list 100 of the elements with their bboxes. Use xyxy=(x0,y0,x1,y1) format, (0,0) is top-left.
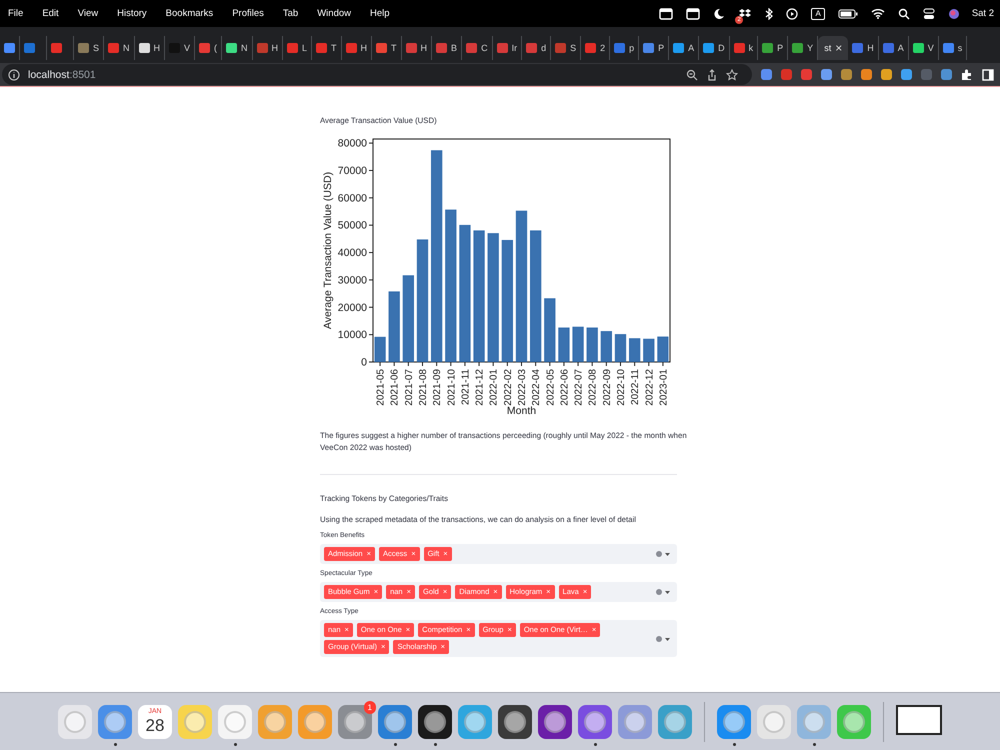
browser-tab[interactable]: d xyxy=(522,36,552,60)
extension-icon[interactable] xyxy=(801,69,812,80)
puzzle-icon[interactable] xyxy=(961,68,973,80)
close-icon[interactable]: × xyxy=(835,41,842,55)
menu-item[interactable]: File xyxy=(8,8,24,19)
app-icon[interactable] xyxy=(418,704,452,738)
x-tick: 2022-04 xyxy=(531,362,542,406)
browser-tab[interactable]: D xyxy=(699,36,730,60)
x-tick-label: 2021-12 xyxy=(474,368,486,406)
y-tick: 80000 xyxy=(338,138,374,150)
y-tick-label: 80000 xyxy=(338,138,368,150)
y-tick-label: 10000 xyxy=(338,329,368,342)
x-tick: 2022-12 xyxy=(644,362,656,406)
browser-tab[interactable]: T xyxy=(372,36,402,60)
menu-item[interactable]: Tab xyxy=(282,8,298,19)
extension-icon[interactable] xyxy=(821,69,832,80)
share-icon[interactable] xyxy=(706,68,718,80)
browser-tab[interactable]: P xyxy=(758,36,788,60)
orb-icon[interactable] xyxy=(948,8,960,20)
browser-tab[interactable]: H xyxy=(134,36,166,60)
x-tick: 2023-01 xyxy=(658,362,670,406)
browser-tab[interactable]: H xyxy=(342,36,372,60)
x-tick-label: 2022-07 xyxy=(574,368,585,406)
browser-tab[interactable]: A xyxy=(878,36,909,60)
extension-icon[interactable] xyxy=(761,69,772,80)
extension-icon[interactable] xyxy=(861,69,872,80)
clear-caret-icon[interactable] xyxy=(655,634,671,642)
window-thumbnail[interactable] xyxy=(896,704,942,734)
notification-badge: 1 xyxy=(364,700,376,714)
menu-item[interactable]: Help xyxy=(370,8,390,19)
browser-tab[interactable]: S xyxy=(74,36,104,60)
address-field[interactable]: localhost:8501 xyxy=(2,64,752,85)
browser-tab[interactable]: Ir xyxy=(492,36,522,60)
extension-icon[interactable] xyxy=(781,69,792,80)
clear-caret-icon[interactable] xyxy=(655,550,671,558)
y-tick: 10000 xyxy=(338,329,374,342)
moon-icon[interactable] xyxy=(713,8,726,20)
menu-item[interactable]: Edit xyxy=(42,8,59,19)
browser-tab[interactable]: V xyxy=(165,36,196,60)
browser-tab[interactable]: L xyxy=(283,36,312,60)
x-tick: 2022-08 xyxy=(588,362,599,406)
x-tick: 2022-10 xyxy=(616,362,627,406)
browser-tab[interactable]: B xyxy=(432,36,462,60)
search-icon[interactable] xyxy=(898,8,910,20)
toggles-icon[interactable] xyxy=(922,8,935,20)
x-tick: 2022-02 xyxy=(502,362,514,406)
browser-tab[interactable]: N xyxy=(104,36,135,60)
x-tick: 2022-11 xyxy=(630,362,642,405)
browser-tab[interactable]: p xyxy=(610,36,640,60)
browser-tab[interactable]: P xyxy=(639,36,670,60)
x-tick: 2022-05 xyxy=(545,362,556,406)
extension-icon[interactable] xyxy=(901,69,912,80)
menu-item[interactable]: Profiles xyxy=(232,8,264,19)
browser-tab[interactable]: V xyxy=(908,36,939,60)
browser-tab[interactable]: 2 xyxy=(581,36,610,60)
x-tick-label: 2021-10 xyxy=(446,368,458,406)
browser-tab[interactable]: s xyxy=(938,36,968,60)
extension-icon[interactable] xyxy=(841,69,852,80)
input-source[interactable]: A xyxy=(811,8,825,20)
extension-icon[interactable] xyxy=(941,69,952,80)
window-icon[interactable] xyxy=(659,8,674,20)
star-icon[interactable] xyxy=(726,68,738,80)
y-tick-label: 40000 xyxy=(338,247,368,260)
play-icon[interactable] xyxy=(786,8,798,20)
menu-item[interactable]: View xyxy=(78,8,98,19)
clock: Sat 2 xyxy=(972,8,994,19)
x-tick: 2022-01 xyxy=(488,362,500,406)
browser-tab[interactable]: ( xyxy=(195,36,222,60)
browser-tab[interactable]: A xyxy=(669,36,700,60)
x-tick-label: 2022-09 xyxy=(602,368,613,406)
wifi-icon[interactable] xyxy=(870,8,885,19)
menu-item[interactable]: History xyxy=(117,8,147,19)
bluetooth-icon[interactable] xyxy=(765,8,774,20)
app-icon[interactable] xyxy=(498,704,532,738)
browser-tab[interactable]: H xyxy=(402,36,432,60)
browser-tab[interactable]: H xyxy=(848,36,879,60)
x-tick: 2022-09 xyxy=(602,362,613,406)
battery-icon[interactable] xyxy=(838,8,858,18)
x-tick-label: 2022-05 xyxy=(545,368,556,406)
extension-icon[interactable] xyxy=(881,69,892,80)
browser-tab[interactable]: T xyxy=(312,36,342,60)
x-tick-label: 2022-01 xyxy=(488,368,500,406)
window-icon[interactable] xyxy=(686,8,700,20)
browser-tab[interactable]: S xyxy=(551,36,582,60)
y-tick: 40000 xyxy=(338,247,374,260)
app-icon[interactable] xyxy=(538,704,572,738)
browser-tab[interactable]: H xyxy=(252,36,284,60)
x-tick: 2021-05 xyxy=(376,362,387,406)
x-tick: 2022-06 xyxy=(559,362,570,406)
browser-tab[interactable]: C xyxy=(462,36,493,60)
browser-tab[interactable]: N xyxy=(222,36,253,60)
menu-item[interactable]: Window xyxy=(317,8,351,19)
zoom-out-icon[interactable] xyxy=(686,68,698,80)
info-icon[interactable] xyxy=(8,68,20,80)
browser-tab[interactable]: k xyxy=(730,36,758,60)
x-tick-label: 2021-07 xyxy=(404,368,415,406)
menu-item[interactable]: Bookmarks xyxy=(166,8,214,19)
side-panel-icon[interactable] xyxy=(982,68,994,80)
clear-caret-icon[interactable] xyxy=(655,588,671,596)
browser-tab[interactable]: st × xyxy=(818,36,848,60)
